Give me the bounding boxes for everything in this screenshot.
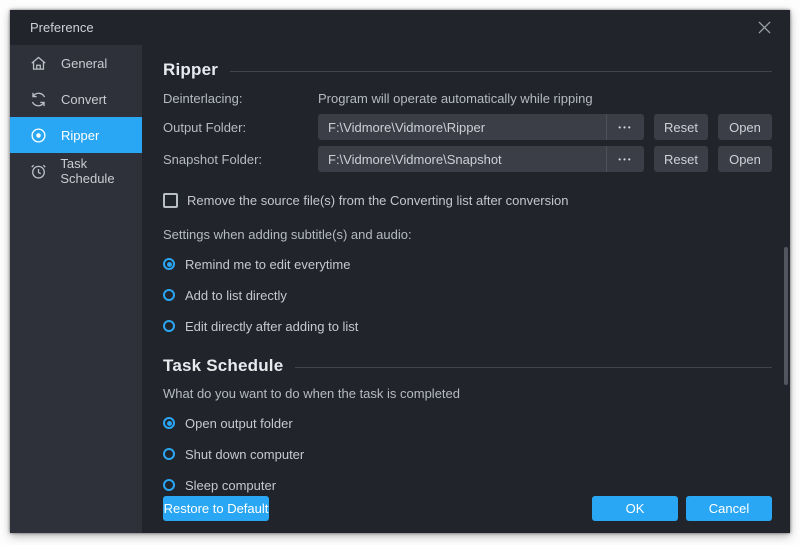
output-folder-reset-button[interactable]: Reset	[654, 114, 708, 140]
snapshot-folder-browse-button[interactable]: •••	[606, 146, 644, 172]
task-schedule-question: What do you want to do when the task is …	[163, 386, 772, 401]
sidebar-item-convert[interactable]: Convert	[10, 81, 142, 117]
ok-button[interactable]: OK	[592, 496, 678, 521]
footer-bar: Restore to Default OK Cancel	[163, 496, 772, 521]
radio-shut-down-computer[interactable]: Shut down computer	[163, 445, 772, 463]
alarm-clock-icon	[29, 162, 47, 181]
sidebar-item-ripper[interactable]: Ripper	[10, 117, 142, 153]
close-icon	[758, 21, 771, 34]
radio-label: Shut down computer	[185, 447, 304, 462]
window-body: General Convert	[10, 45, 790, 533]
output-folder-input[interactable]: F:\Vidmore\Vidmore\Ripper •••	[318, 114, 644, 140]
sync-icon	[29, 90, 48, 109]
radio-icon[interactable]	[163, 448, 175, 460]
radio-open-output-folder[interactable]: Open output folder	[163, 414, 772, 432]
radio-sleep-computer[interactable]: Sleep computer	[163, 476, 772, 494]
radio-icon[interactable]	[163, 417, 175, 429]
restore-default-button[interactable]: Restore to Default	[163, 496, 269, 521]
snapshot-folder-value: F:\Vidmore\Vidmore\Snapshot	[318, 152, 606, 167]
section-heading-ripper: Ripper	[163, 59, 772, 81]
subtitle-settings-label: Settings when adding subtitle(s) and aud…	[163, 227, 772, 242]
sidebar-item-label: Ripper	[61, 128, 99, 143]
screen: Preference General	[0, 0, 800, 545]
radio-edit-directly-after-adding[interactable]: Edit directly after adding to list	[163, 317, 772, 335]
radio-icon[interactable]	[163, 479, 175, 491]
snapshot-folder-open-button[interactable]: Open	[718, 146, 772, 172]
cancel-button[interactable]: Cancel	[686, 496, 772, 521]
radio-label: Open output folder	[185, 416, 293, 431]
title-bar: Preference	[10, 10, 790, 45]
radio-icon[interactable]	[163, 289, 175, 301]
close-button[interactable]	[750, 15, 778, 41]
radio-add-to-list-directly[interactable]: Add to list directly	[163, 286, 772, 304]
task-schedule-heading: Task Schedule	[163, 356, 283, 376]
output-folder-browse-button[interactable]: •••	[606, 114, 644, 140]
deinterlacing-label: Deinterlacing:	[163, 91, 318, 106]
radio-label: Add to list directly	[185, 288, 287, 303]
sidebar-item-label: Convert	[61, 92, 107, 107]
radio-icon[interactable]	[163, 258, 175, 270]
deinterlacing-value: Program will operate automatically while…	[318, 91, 593, 106]
output-folder-value: F:\Vidmore\Vidmore\Ripper	[318, 120, 606, 135]
sidebar-item-label: Task Schedule	[60, 156, 142, 186]
radio-label: Remind me to edit everytime	[185, 257, 350, 272]
home-icon	[29, 54, 48, 73]
preference-dialog: Preference General	[10, 10, 790, 533]
remove-source-checkbox[interactable]	[163, 193, 178, 208]
sidebar-item-general[interactable]: General	[10, 45, 142, 81]
sidebar-item-label: General	[61, 56, 107, 71]
heading-divider	[295, 367, 772, 368]
radio-remind-me-to-edit[interactable]: Remind me to edit everytime	[163, 255, 772, 273]
scrollbar-thumb[interactable]	[784, 247, 788, 385]
remove-source-checkbox-row[interactable]: Remove the source file(s) from the Conve…	[163, 193, 772, 208]
remove-source-label: Remove the source file(s) from the Conve…	[187, 193, 569, 208]
record-icon	[29, 126, 48, 145]
section-heading-task-schedule: Task Schedule	[163, 355, 772, 377]
heading-divider	[230, 71, 772, 72]
sidebar: General Convert	[10, 45, 142, 533]
deinterlacing-row: Deinterlacing: Program will operate auto…	[163, 91, 772, 106]
radio-label: Sleep computer	[185, 478, 276, 493]
radio-label: Edit directly after adding to list	[185, 319, 358, 334]
snapshot-folder-input[interactable]: F:\Vidmore\Vidmore\Snapshot •••	[318, 146, 644, 172]
output-folder-label: Output Folder:	[163, 120, 318, 135]
output-folder-open-button[interactable]: Open	[718, 114, 772, 140]
output-folder-row: Output Folder: F:\Vidmore\Vidmore\Ripper…	[163, 114, 772, 140]
main-content: Ripper Deinterlacing: Program will opera…	[142, 45, 792, 533]
window-title: Preference	[30, 20, 94, 35]
snapshot-folder-reset-button[interactable]: Reset	[654, 146, 708, 172]
sidebar-item-task-schedule[interactable]: Task Schedule	[10, 153, 142, 189]
snapshot-folder-row: Snapshot Folder: F:\Vidmore\Vidmore\Snap…	[163, 146, 772, 172]
radio-icon[interactable]	[163, 320, 175, 332]
ripper-heading: Ripper	[163, 60, 218, 80]
snapshot-folder-label: Snapshot Folder:	[163, 152, 318, 167]
